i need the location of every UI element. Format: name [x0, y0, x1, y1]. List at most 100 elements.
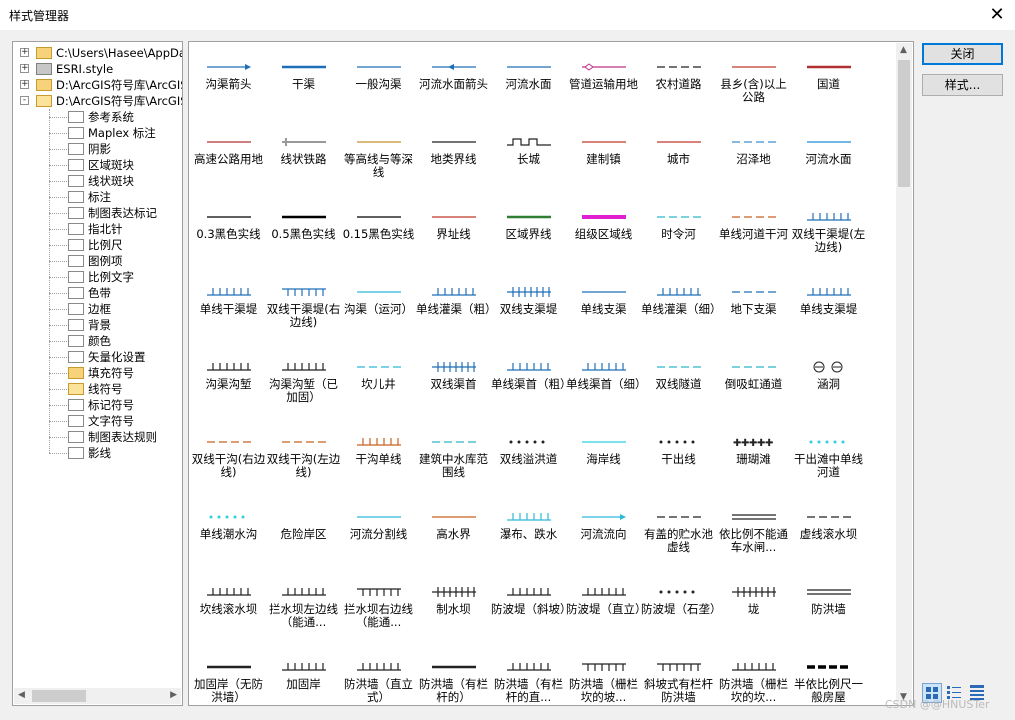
expand-icon[interactable]: + — [20, 64, 29, 73]
tree-item[interactable]: 影线 — [13, 445, 182, 461]
tree-item[interactable]: + D:\ArcGIS符号库\ArcGIS — [13, 77, 182, 93]
symbol-item[interactable]: 管道运输用地 — [566, 46, 641, 121]
scroll-up-icon[interactable]: ▲ — [900, 45, 907, 55]
symbol-item[interactable]: 虚线滚水坝 — [791, 496, 866, 571]
symbol-item[interactable]: 防波堤（直立） — [566, 571, 641, 646]
symbol-item[interactable]: 高水界 — [416, 496, 491, 571]
tree-item[interactable]: - D:\ArcGIS符号库\ArcGIS — [13, 93, 182, 109]
symbol-item[interactable]: 长城 — [491, 121, 566, 196]
symbol-item[interactable]: 瀑布、跌水 — [491, 496, 566, 571]
symbol-item[interactable]: 防波堤（石垄） — [641, 571, 716, 646]
symbol-item[interactable]: 制水坝 — [416, 571, 491, 646]
scroll-thumb[interactable] — [898, 60, 910, 187]
symbol-item[interactable]: 坎儿井 — [341, 346, 416, 421]
symbol-item[interactable]: 组级区域线 — [566, 196, 641, 271]
symbol-item[interactable]: 加固岸（无防洪墙） — [191, 646, 266, 705]
symbol-item[interactable]: 单线灌渠（细） — [641, 271, 716, 346]
symbol-item[interactable]: 拦水坝左边线（能通... — [266, 571, 341, 646]
symbol-item[interactable]: 沼泽地 — [716, 121, 791, 196]
style-button[interactable]: 样式... — [922, 74, 1003, 96]
tree-horizontal-scrollbar[interactable]: ◀ ▶ — [14, 688, 181, 704]
symbol-item[interactable]: 有盖的贮水池虚线 — [641, 496, 716, 571]
tree-item[interactable]: 线状斑块 — [13, 173, 182, 189]
tree-item[interactable]: 指北针 — [13, 221, 182, 237]
symbol-item[interactable]: 防洪墙（有栏杆的直... — [491, 646, 566, 705]
symbol-item[interactable]: 双线支渠堤 — [491, 271, 566, 346]
symbol-item[interactable]: 干渠 — [266, 46, 341, 121]
tree-item[interactable]: 标注 — [13, 189, 182, 205]
symbol-item[interactable]: 地类界线 — [416, 121, 491, 196]
symbol-item[interactable]: 单线干渠堤 — [191, 271, 266, 346]
symbol-item[interactable]: 河流流向 — [566, 496, 641, 571]
symbol-item[interactable]: 时令河 — [641, 196, 716, 271]
symbol-item[interactable]: 防洪墙 — [791, 571, 866, 646]
symbol-item[interactable]: 建筑中水库范围线 — [416, 421, 491, 496]
symbol-item[interactable]: 单线灌渠（粗） — [416, 271, 491, 346]
symbol-item[interactable]: 河流水面 — [791, 121, 866, 196]
symbol-item[interactable]: 沟渠沟堑 — [191, 346, 266, 421]
symbol-item[interactable]: 双线干渠堤(左边线) — [791, 196, 866, 271]
tree-item[interactable]: + ESRI.style — [13, 61, 182, 77]
symbol-item[interactable]: 干沟单线 — [341, 421, 416, 496]
symbol-item[interactable]: 倒吸虹通道 — [716, 346, 791, 421]
symbol-item[interactable]: 高速公路用地 — [191, 121, 266, 196]
symbol-item[interactable]: 涵洞 — [791, 346, 866, 421]
tree-item[interactable]: 参考系统 — [13, 109, 182, 125]
close-button[interactable]: 关闭 — [922, 43, 1003, 65]
symbol-item[interactable]: 河流分割线 — [341, 496, 416, 571]
symbol-item[interactable]: 加固岸 — [266, 646, 341, 705]
tree-item[interactable]: 背景 — [13, 317, 182, 333]
symbol-item[interactable]: 单线支渠 — [566, 271, 641, 346]
tree-item[interactable]: Maplex 标注 — [13, 125, 182, 141]
tree-item[interactable]: 颜色 — [13, 333, 182, 349]
scroll-thumb[interactable] — [32, 690, 86, 702]
symbol-item[interactable]: 防洪墙（有栏杆的） — [416, 646, 491, 705]
tree-item[interactable]: 边框 — [13, 301, 182, 317]
tree-item[interactable]: 图例项 — [13, 253, 182, 269]
symbol-item[interactable]: 建制镇 — [566, 121, 641, 196]
tree-item[interactable]: 矢量化设置 — [13, 349, 182, 365]
symbol-item[interactable]: 线状铁路 — [266, 121, 341, 196]
symbol-item[interactable]: 县乡(含)以上公路 — [716, 46, 791, 121]
symbol-item[interactable]: 沟渠沟堑（已加固） — [266, 346, 341, 421]
symbol-item[interactable]: ✚ ✚ ✚ ✚ ✚ 珊瑚滩 — [716, 421, 791, 496]
symbol-item[interactable]: 0.5黑色实线 — [266, 196, 341, 271]
symbol-item[interactable]: 城市 — [641, 121, 716, 196]
symbol-item[interactable]: 垅 — [716, 571, 791, 646]
tree-item[interactable]: 标记符号 — [13, 397, 182, 413]
symbol-item[interactable]: 农村道路 — [641, 46, 716, 121]
symbol-item[interactable]: 单线渠首（粗） — [491, 346, 566, 421]
symbol-item[interactable]: 双线干沟(左边线) — [266, 421, 341, 496]
symbol-item[interactable]: 防洪墙（栅栏坎的坡... — [566, 646, 641, 705]
symbol-item[interactable]: 地下支渠 — [716, 271, 791, 346]
symbol-item[interactable]: 单线支渠堤 — [791, 271, 866, 346]
symbol-item[interactable]: 一般沟渠 — [341, 46, 416, 121]
symbol-item[interactable]: 防洪墙（直立式） — [341, 646, 416, 705]
tree-item[interactable]: 文字符号 — [13, 413, 182, 429]
symbol-item[interactable]: 0.15黑色实线 — [341, 196, 416, 271]
symbol-item[interactable]: 国道 — [791, 46, 866, 121]
symbol-item[interactable]: 0.3黑色实线 — [191, 196, 266, 271]
collapse-icon[interactable]: - — [20, 96, 29, 105]
symbol-item[interactable]: 防洪墙（栅栏坎的坎... — [716, 646, 791, 705]
symbol-item[interactable]: 单线潮水沟 — [191, 496, 266, 571]
tree-item[interactable]: 比例尺 — [13, 237, 182, 253]
symbol-item[interactable]: 双线隧道 — [641, 346, 716, 421]
tree-item[interactable]: 制图表达规则 — [13, 429, 182, 445]
symbol-item[interactable]: 干出线 — [641, 421, 716, 496]
tree-item[interactable]: 色带 — [13, 285, 182, 301]
symbol-item[interactable]: 双线溢洪道 — [491, 421, 566, 496]
symbol-item[interactable]: 坎线滚水坝 — [191, 571, 266, 646]
symbol-item[interactable]: 拦水坝右边线（能通... — [341, 571, 416, 646]
symbol-item[interactable]: 斜坡式有栏杆防洪墙 — [641, 646, 716, 705]
symbol-item[interactable]: 双线渠首 — [416, 346, 491, 421]
tree-item[interactable]: 区域斑块 — [13, 157, 182, 173]
symbol-item[interactable]: 海岸线 — [566, 421, 641, 496]
symbol-item[interactable]: 沟渠（运河） — [341, 271, 416, 346]
expand-icon[interactable]: + — [20, 80, 29, 89]
tree-item[interactable]: + C:\Users\Hasee\AppData — [13, 45, 182, 61]
symbol-item[interactable]: 单线渠首（细） — [566, 346, 641, 421]
symbol-grid-vertical-scrollbar[interactable]: ▲ ▼ — [896, 43, 912, 704]
scroll-left-icon[interactable]: ◀ — [18, 690, 25, 700]
scroll-right-icon[interactable]: ▶ — [170, 690, 177, 700]
